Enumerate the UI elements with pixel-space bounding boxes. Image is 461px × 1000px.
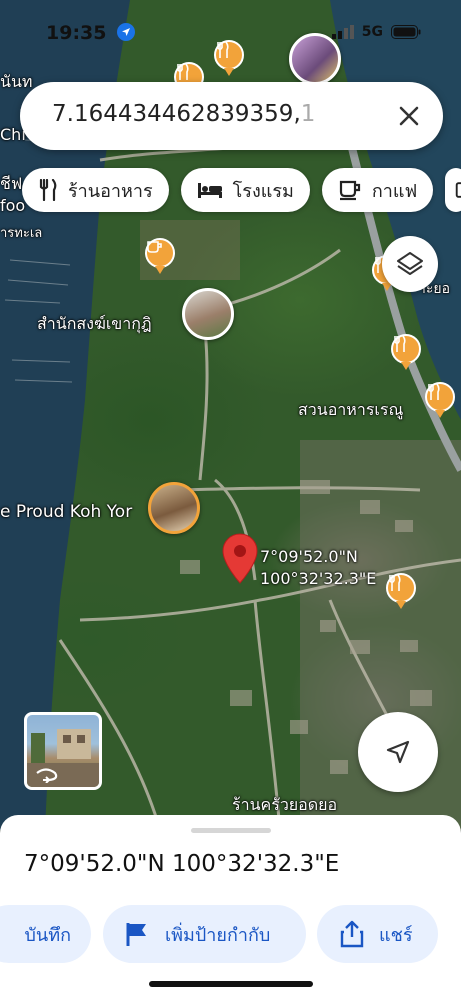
map-label-edge-sea: ารทะเล [0, 226, 43, 241]
restaurant-poi[interactable] [214, 40, 244, 76]
search-input[interactable]: 7.164434462839359,1 [52, 101, 352, 127]
share-icon [340, 920, 364, 948]
rotate-360-icon [36, 768, 58, 783]
navigation-arrow-icon [386, 740, 410, 764]
chip-restaurants-label: ร้านอาหาร [68, 180, 153, 202]
share-button-label: แชร์ [379, 924, 413, 946]
restaurant-poi[interactable] [386, 573, 416, 609]
map-label-restaurant[interactable]: สวนอาหารเรณู [298, 398, 403, 423]
flag-icon [126, 923, 146, 946]
place-bottom-sheet[interactable]: 7°09'52.0"N 100°32'32.3"E บันทึก เพิ่มป้… [0, 815, 461, 1000]
cafe-poi[interactable] [145, 238, 175, 274]
close-icon[interactable] [395, 102, 423, 130]
chip-hotels-label: โรงแรม [232, 180, 294, 202]
network-type: 5G [361, 24, 383, 40]
share-button[interactable]: แชร์ [317, 905, 438, 963]
hotel-photo-pin[interactable] [148, 482, 200, 534]
search-bar[interactable]: 7.164434462839359,1 [20, 82, 443, 150]
more-category-icon [456, 182, 461, 198]
sheet-grabber[interactable] [191, 828, 271, 833]
place-photo-pin[interactable] [289, 33, 341, 85]
location-arrow-icon [117, 23, 136, 41]
fork-knife-icon [394, 336, 406, 352]
chip-coffee[interactable]: กาแฟ [321, 168, 434, 212]
chip-restaurants[interactable]: ร้านอาหาร [22, 168, 169, 212]
chip-hotels[interactable]: โรงแรม [180, 168, 310, 212]
battery-icon [391, 25, 421, 39]
restaurant-poi[interactable] [391, 334, 421, 370]
add-label-button[interactable]: เพิ่มป้ายกำกับ [103, 905, 306, 963]
my-location-button[interactable] [358, 712, 438, 792]
fork-knife-icon [217, 42, 229, 58]
restaurant-poi[interactable] [425, 382, 455, 418]
restaurant-icon [39, 179, 57, 201]
status-time-text: 19:35 [46, 22, 107, 44]
hotel-icon [197, 183, 222, 198]
save-button[interactable]: บันทึก [0, 905, 91, 963]
map-label-edge-mid: ชีฟ [0, 174, 23, 193]
pin-longitude: 100°32'32.3"E [260, 569, 377, 588]
chip-coffee-label: กาแฟ [371, 180, 418, 202]
street-view-thumbnail[interactable] [24, 712, 102, 790]
map-label-edge-top: นันท [0, 72, 33, 91]
pin-coordinate-label: 7°09'52.0"N 100°32'32.3"E [260, 546, 376, 590]
save-button-label: บันทึก [24, 924, 72, 946]
temple-photo-pin[interactable] [182, 288, 234, 340]
fork-knife-icon [177, 64, 189, 80]
status-indicators: 5G [331, 24, 421, 40]
add-label-button-label: เพิ่มป้ายกำกับ [165, 924, 271, 946]
fork-knife-icon [389, 575, 401, 591]
pin-latitude: 7°09'52.0"N [260, 547, 358, 566]
home-indicator[interactable] [149, 981, 313, 987]
search-query-overflow: 1 [300, 101, 316, 127]
chip-more[interactable] [445, 168, 461, 212]
category-chips: ร้านอาหาร โรงแรม กาแฟ [22, 168, 461, 212]
layers-icon [397, 252, 423, 275]
action-row: บันทึก เพิ่มป้ายกำกับ แชร์ [0, 905, 461, 963]
map-label-temple[interactable]: สำนักสงฆ์เขากุฎิ [37, 312, 152, 337]
coffee-cup-icon [147, 241, 162, 253]
coordinates-title: 7°09'52.0"N 100°32'32.3"E [24, 851, 340, 877]
fork-knife-icon [428, 384, 440, 400]
coffee-icon [339, 180, 361, 201]
layers-button[interactable] [382, 236, 438, 292]
dropped-pin-icon[interactable] [222, 533, 258, 585]
status-time: 19:35 [46, 22, 136, 44]
signal-icon [331, 25, 354, 39]
map-label-hotel[interactable]: e Proud Koh Yor [0, 502, 132, 522]
search-query-text: 7.164434462839359, [52, 101, 301, 127]
